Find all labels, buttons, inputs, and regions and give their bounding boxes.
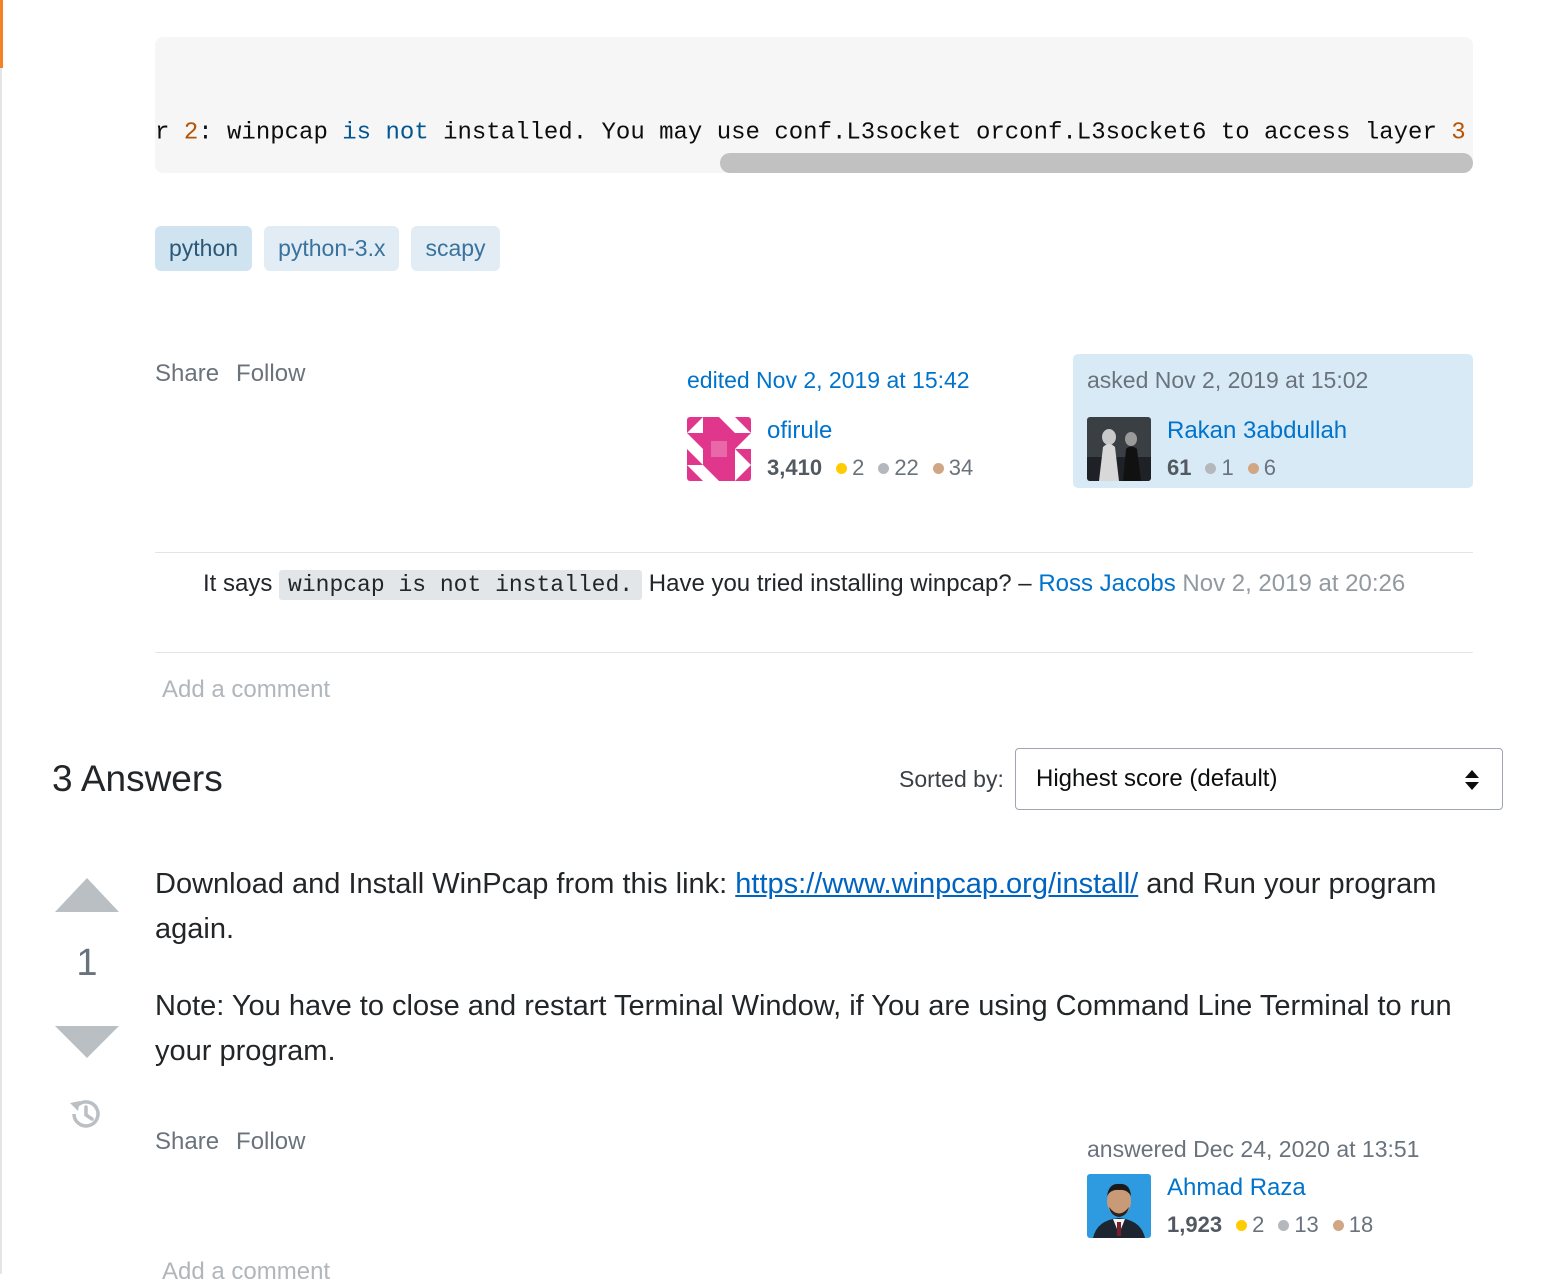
silver-badge-icon — [1205, 462, 1217, 474]
question-post-menu: Share Follow — [155, 360, 305, 388]
asked-timestamp: asked Nov 2, 2019 at 15:02 — [1087, 367, 1369, 393]
answerer-reputation: 1,923 2 13 18 — [1167, 1212, 1374, 1237]
tag-scapy[interactable]: scapy — [411, 226, 500, 271]
asker-signature: asked Nov 2, 2019 at 15:02 Rakan 3abdull… — [1087, 367, 1369, 481]
answers-count-heading: 3 Answers — [52, 758, 223, 799]
follow-button[interactable]: Follow — [236, 360, 305, 388]
vote-count: 1 — [76, 942, 98, 984]
add-comment-link-answer[interactable]: Add a comment — [162, 1258, 330, 1286]
select-arrows-icon — [1465, 770, 1479, 790]
silver-badge-icon — [1278, 1219, 1290, 1231]
answer-post-menu: Share Follow — [155, 1128, 305, 1156]
reputation-score: 3,410 — [767, 455, 823, 480]
bronze-badge-icon — [932, 462, 944, 474]
edited-timestamp[interactable]: edited Nov 2, 2019 at 15:42 — [687, 367, 970, 394]
winpcap-install-link[interactable]: https://www.winpcap.org/install/ — [735, 868, 1138, 900]
answer-body: Download and Install WinPcap from this l… — [155, 862, 1465, 1106]
comment-user-link[interactable]: Ross Jacobs — [1038, 570, 1175, 597]
answerer-username[interactable]: Ahmad Raza — [1167, 1174, 1306, 1202]
answerer-user-card: Ahmad Raza 1,923 2 13 18 — [1087, 1174, 1417, 1238]
sort-select-value: Highest score (default) — [1036, 765, 1278, 792]
bronze-badge-icon — [1247, 462, 1259, 474]
editor-avatar[interactable] — [687, 417, 751, 481]
asker-user-card: Rakan 3abdullah 61 1 6 — [1087, 417, 1417, 481]
comments-divider-bottom — [155, 652, 1473, 653]
upvote-arrow-icon[interactable] — [55, 878, 119, 912]
asker-username[interactable]: Rakan 3abdullah — [1167, 417, 1347, 445]
left-sidebar-accent — [0, 0, 3, 68]
gold-badge-icon — [836, 462, 848, 474]
reputation-score: 61 — [1167, 455, 1192, 480]
left-sidebar-border — [0, 0, 2, 1274]
silver-badge-icon — [878, 462, 890, 474]
sort-label: Sorted by: — [899, 766, 1004, 792]
comments-divider — [155, 552, 1473, 553]
downvote-arrow-icon[interactable] — [55, 1026, 119, 1058]
editor-user-card: ofirule 3,410 2 22 34 — [687, 417, 1017, 481]
reputation-score: 1,923 — [1167, 1212, 1223, 1237]
editor-reputation: 3,410 2 22 34 — [767, 455, 974, 480]
comment: It says winpcap is not installed. Have y… — [203, 570, 1406, 600]
gold-badge-icon — [1236, 1219, 1248, 1231]
editor-signature: edited Nov 2, 2019 at 15:42 ofirule 3,41… — [687, 367, 973, 481]
question-tags: python python-3.x scapy — [155, 226, 500, 271]
editor-username[interactable]: ofirule — [767, 417, 832, 445]
answer-paragraph: Download and Install WinPcap from this l… — [155, 868, 1437, 945]
answered-timestamp: answered Dec 24, 2020 at 13:51 — [1087, 1136, 1420, 1162]
answerer-avatar[interactable] — [1087, 1174, 1151, 1238]
comment-code: winpcap is not installed. — [279, 570, 643, 600]
answerer-signature: answered Dec 24, 2020 at 13:51 Ahmad Raz… — [1087, 1136, 1420, 1238]
asker-avatar[interactable] — [1087, 417, 1151, 481]
add-comment-link[interactable]: Add a comment — [162, 676, 330, 704]
bronze-badge-icon — [1332, 1219, 1344, 1231]
history-icon[interactable] — [67, 1095, 105, 1133]
answer-paragraph-note: Note: You have to close and restart Term… — [155, 990, 1452, 1067]
share-button[interactable]: Share — [155, 1128, 219, 1156]
tag-python[interactable]: python — [155, 226, 253, 271]
asker-reputation: 61 1 6 — [1167, 455, 1276, 480]
tag-python-3x[interactable]: python-3.x — [264, 226, 400, 271]
share-button[interactable]: Share — [155, 360, 219, 388]
code-horizontal-scrollbar[interactable] — [720, 153, 1473, 173]
code-line: r 2: winpcap is not installed. You may u… — [155, 119, 1466, 147]
comment-date[interactable]: Nov 2, 2019 at 20:26 — [1182, 570, 1405, 597]
sort-select[interactable]: Highest score (default) — [1015, 748, 1503, 810]
follow-button[interactable]: Follow — [236, 1128, 305, 1156]
